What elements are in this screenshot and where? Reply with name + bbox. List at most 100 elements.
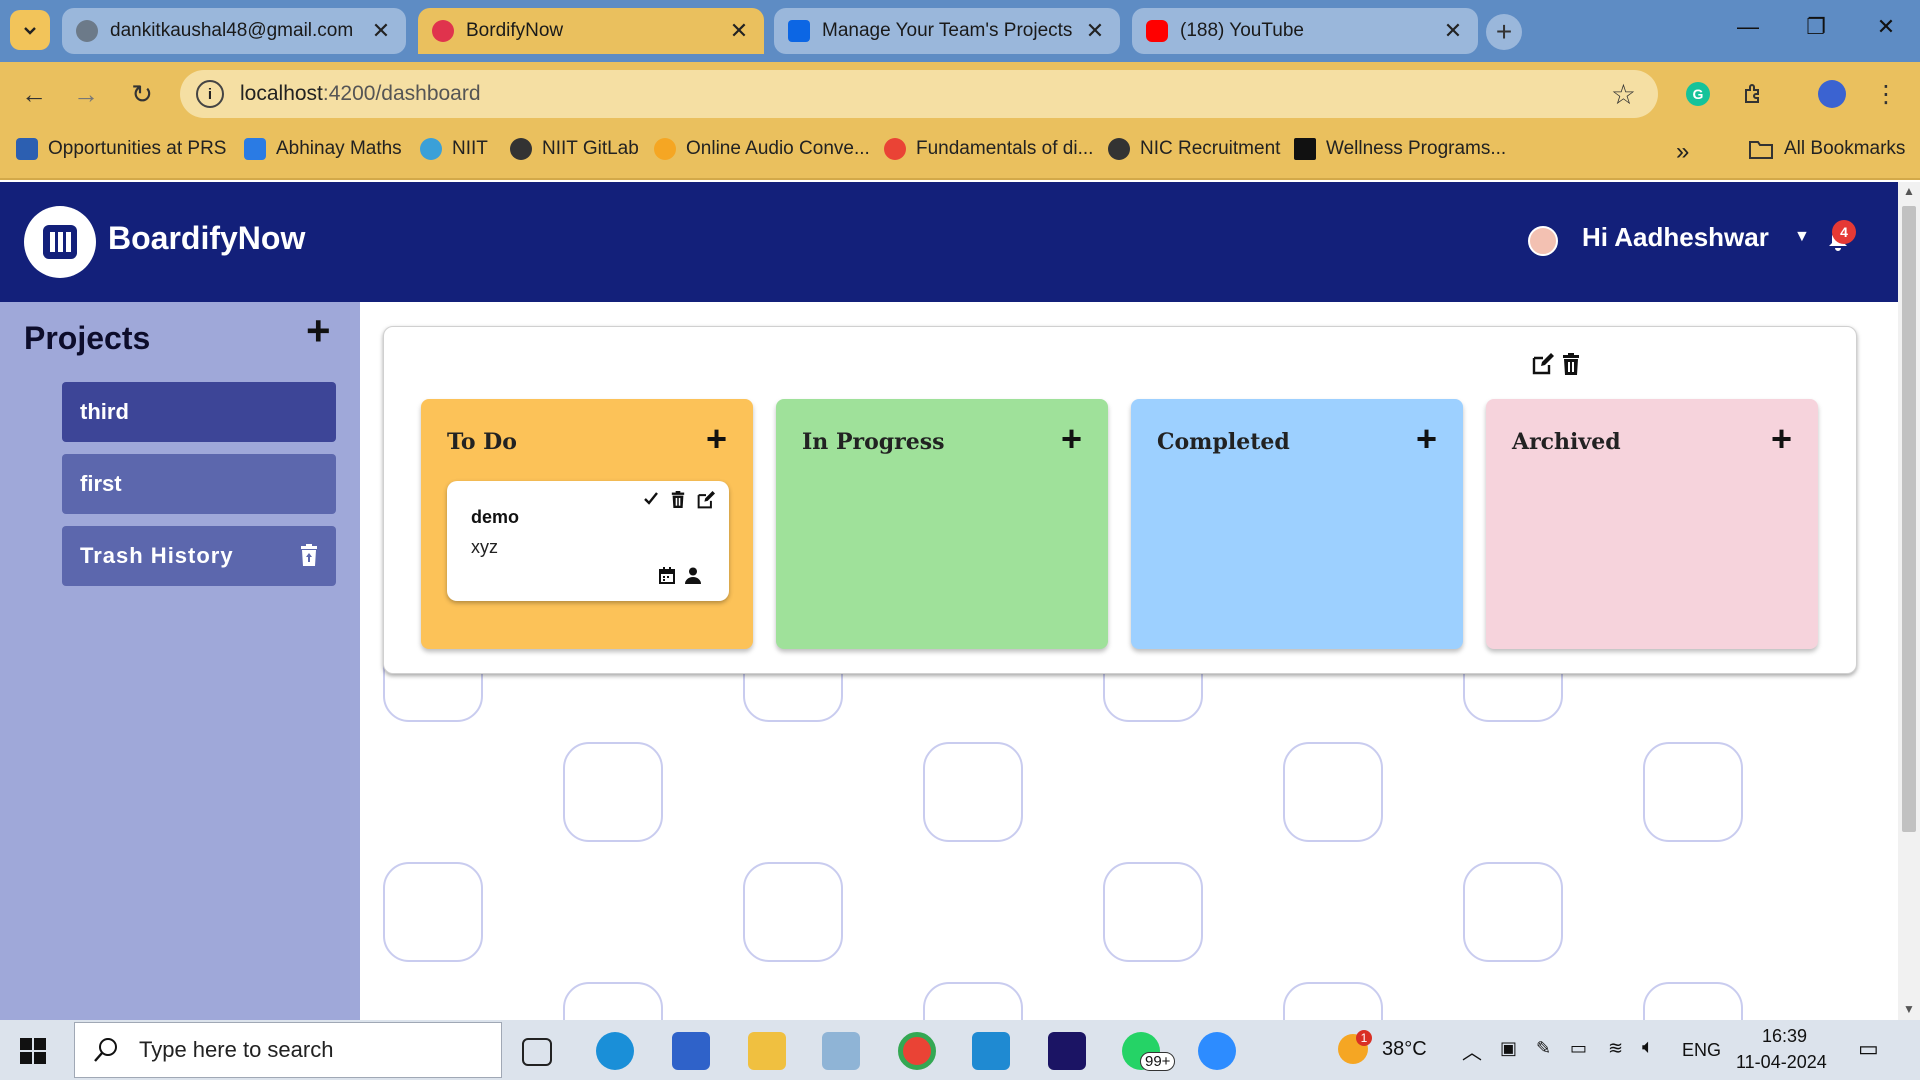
zoom-icon[interactable]	[1198, 1032, 1236, 1070]
meet-icon[interactable]: ▣	[1500, 1038, 1517, 1059]
reload-icon[interactable]: ↻	[124, 76, 160, 112]
boardify-logo[interactable]	[24, 206, 96, 278]
column-in-progress: In Progress +	[776, 399, 1108, 649]
column-title: In Progress	[802, 429, 945, 455]
delete-board-icon[interactable]	[1562, 353, 1580, 375]
abhinay-icon	[244, 138, 266, 160]
chrome-icon[interactable]	[898, 1032, 936, 1070]
battery-icon[interactable]: ▭	[1570, 1038, 1587, 1059]
clock-date[interactable]: 11-04-2024	[1736, 1052, 1827, 1073]
bookmark-item[interactable]: Opportunities at PRS	[16, 138, 226, 160]
bookmark-label: Fundamentals of di...	[916, 138, 1094, 159]
calendar-icon[interactable]	[659, 567, 675, 584]
scroll-up-icon[interactable]: ▲	[1903, 184, 1915, 198]
profile-avatar-icon[interactable]	[1814, 76, 1850, 112]
bookmark-item[interactable]: Fundamentals of di...	[884, 138, 1093, 160]
file-explorer-icon[interactable]	[748, 1032, 786, 1070]
edit-task-icon[interactable]	[697, 491, 715, 509]
complete-check-icon[interactable]	[643, 491, 659, 507]
task-view-icon[interactable]	[522, 1038, 552, 1066]
notification-center-icon[interactable]: ▭	[1858, 1036, 1879, 1062]
browser-tab-youtube[interactable]: (188) YouTube ✕	[1132, 8, 1478, 54]
microsoft-store-icon[interactable]	[672, 1032, 710, 1070]
assign-user-icon[interactable]	[685, 567, 701, 584]
user-greeting[interactable]: Hi Aadheshwar	[1582, 222, 1769, 253]
intellij-icon[interactable]	[1048, 1032, 1086, 1070]
wifi-icon[interactable]: ≋	[1608, 1038, 1623, 1059]
search-icon	[94, 1038, 117, 1062]
add-task-button[interactable]: +	[1416, 421, 1437, 457]
close-tab-icon[interactable]: ✕	[728, 18, 750, 44]
windows-start-icon[interactable]	[20, 1038, 46, 1064]
close-tab-icon[interactable]: ✕	[1442, 18, 1464, 44]
projects-sidebar: Projects + third first Trash History	[0, 302, 360, 1020]
trash-history-item[interactable]: Trash History	[62, 526, 336, 586]
url-host: localhost	[240, 82, 323, 105]
user-menu-caret-icon[interactable]: ▼	[1794, 228, 1810, 246]
volume-icon[interactable]: 🔈︎	[1642, 1036, 1654, 1059]
bookmark-label: NIIT	[452, 138, 488, 159]
bookmark-item[interactable]: NIIT	[420, 138, 488, 160]
extensions-icon[interactable]	[1736, 76, 1772, 112]
bookmark-item[interactable]: Online Audio Conve...	[654, 138, 870, 160]
site-info-icon[interactable]: i	[196, 80, 224, 108]
project-item-third[interactable]: third	[62, 382, 336, 442]
close-window-icon[interactable]: ✕	[1866, 14, 1906, 40]
trash-restore-icon[interactable]	[300, 544, 318, 566]
browser-tab-gmail[interactable]: dankitkaushal48@gmail.com / I ✕	[62, 8, 406, 54]
more-bookmarks-icon[interactable]: »	[1676, 138, 1689, 166]
weather-temp[interactable]: 38°C	[1382, 1038, 1427, 1061]
tab-search-button[interactable]	[10, 10, 50, 50]
browser-tab-trello[interactable]: Manage Your Team's Projects Fr ✕	[774, 8, 1120, 54]
column-title: To Do	[447, 429, 517, 455]
close-tab-icon[interactable]: ✕	[1084, 18, 1106, 44]
address-bar[interactable]: i localhost:4200/dashboard ☆	[180, 70, 1658, 118]
bookmark-item[interactable]: Abhinay Maths	[244, 138, 402, 160]
restore-icon[interactable]: ❐	[1796, 14, 1836, 40]
language-indicator[interactable]: ENG	[1682, 1040, 1721, 1061]
edge-icon[interactable]	[596, 1032, 634, 1070]
bookmark-item[interactable]: Wellness Programs...	[1294, 138, 1506, 160]
decorative-tile	[923, 982, 1023, 1020]
back-arrow-icon[interactable]: ←	[16, 76, 52, 112]
show-hidden-icons-chevron-icon[interactable]: ︿	[1462, 1036, 1482, 1065]
bookmark-star-icon[interactable]: ☆	[1611, 78, 1636, 111]
bookmark-item[interactable]: NIC Recruitment	[1108, 138, 1280, 160]
minimize-icon[interactable]: —	[1728, 14, 1768, 40]
grammarly-icon[interactable]: G	[1680, 76, 1716, 112]
clock-time[interactable]: 16:39	[1762, 1026, 1807, 1047]
url-path: :4200/dashboard	[322, 82, 481, 105]
edit-board-icon[interactable]	[1532, 353, 1554, 375]
column-todo: To Do + demo xyz	[421, 399, 753, 649]
add-task-button[interactable]: +	[706, 421, 727, 457]
decorative-tile	[563, 982, 663, 1020]
bookmark-item[interactable]: NIIT GitLab	[510, 138, 639, 160]
page-scrollbar[interactable]: ▲ ▼	[1898, 182, 1920, 1020]
all-bookmarks-label: All Bookmarks	[1784, 138, 1906, 159]
board-card: To Do + demo xyz In Progress + Completed	[383, 326, 1857, 674]
add-project-button[interactable]: +	[306, 310, 331, 352]
bookmark-label: Abhinay Maths	[276, 138, 402, 159]
add-task-button[interactable]: +	[1061, 421, 1082, 457]
taskbar-search-input[interactable]: Type here to search	[74, 1022, 502, 1078]
decorative-tile	[383, 862, 483, 962]
globe-icon	[510, 138, 532, 160]
browser-menu-icon[interactable]: ⋮	[1868, 76, 1904, 112]
pen-icon[interactable]: ✎	[1536, 1038, 1551, 1059]
scrollbar-thumb[interactable]	[1902, 206, 1916, 832]
browser-tab-boardifynow[interactable]: BordifyNow ✕	[418, 8, 764, 54]
vscode-icon[interactable]	[972, 1032, 1010, 1070]
delete-task-icon[interactable]	[671, 491, 685, 508]
all-bookmarks-folder[interactable]: All Bookmarks	[1748, 138, 1905, 160]
add-task-button[interactable]: +	[1771, 421, 1792, 457]
notepad-icon[interactable]	[822, 1032, 860, 1070]
task-card[interactable]: demo xyz	[447, 481, 729, 601]
scroll-down-icon[interactable]: ▼	[1903, 1002, 1915, 1016]
project-item-first[interactable]: first	[62, 454, 336, 514]
weather-badge: 1	[1356, 1030, 1372, 1046]
new-tab-button[interactable]: +	[1486, 14, 1522, 50]
user-avatar[interactable]	[1528, 226, 1558, 256]
browser-tab-strip: dankitkaushal48@gmail.com / I ✕ BordifyN…	[0, 0, 1920, 62]
forward-arrow-icon[interactable]: →	[68, 76, 104, 112]
close-tab-icon[interactable]: ✕	[370, 18, 392, 44]
